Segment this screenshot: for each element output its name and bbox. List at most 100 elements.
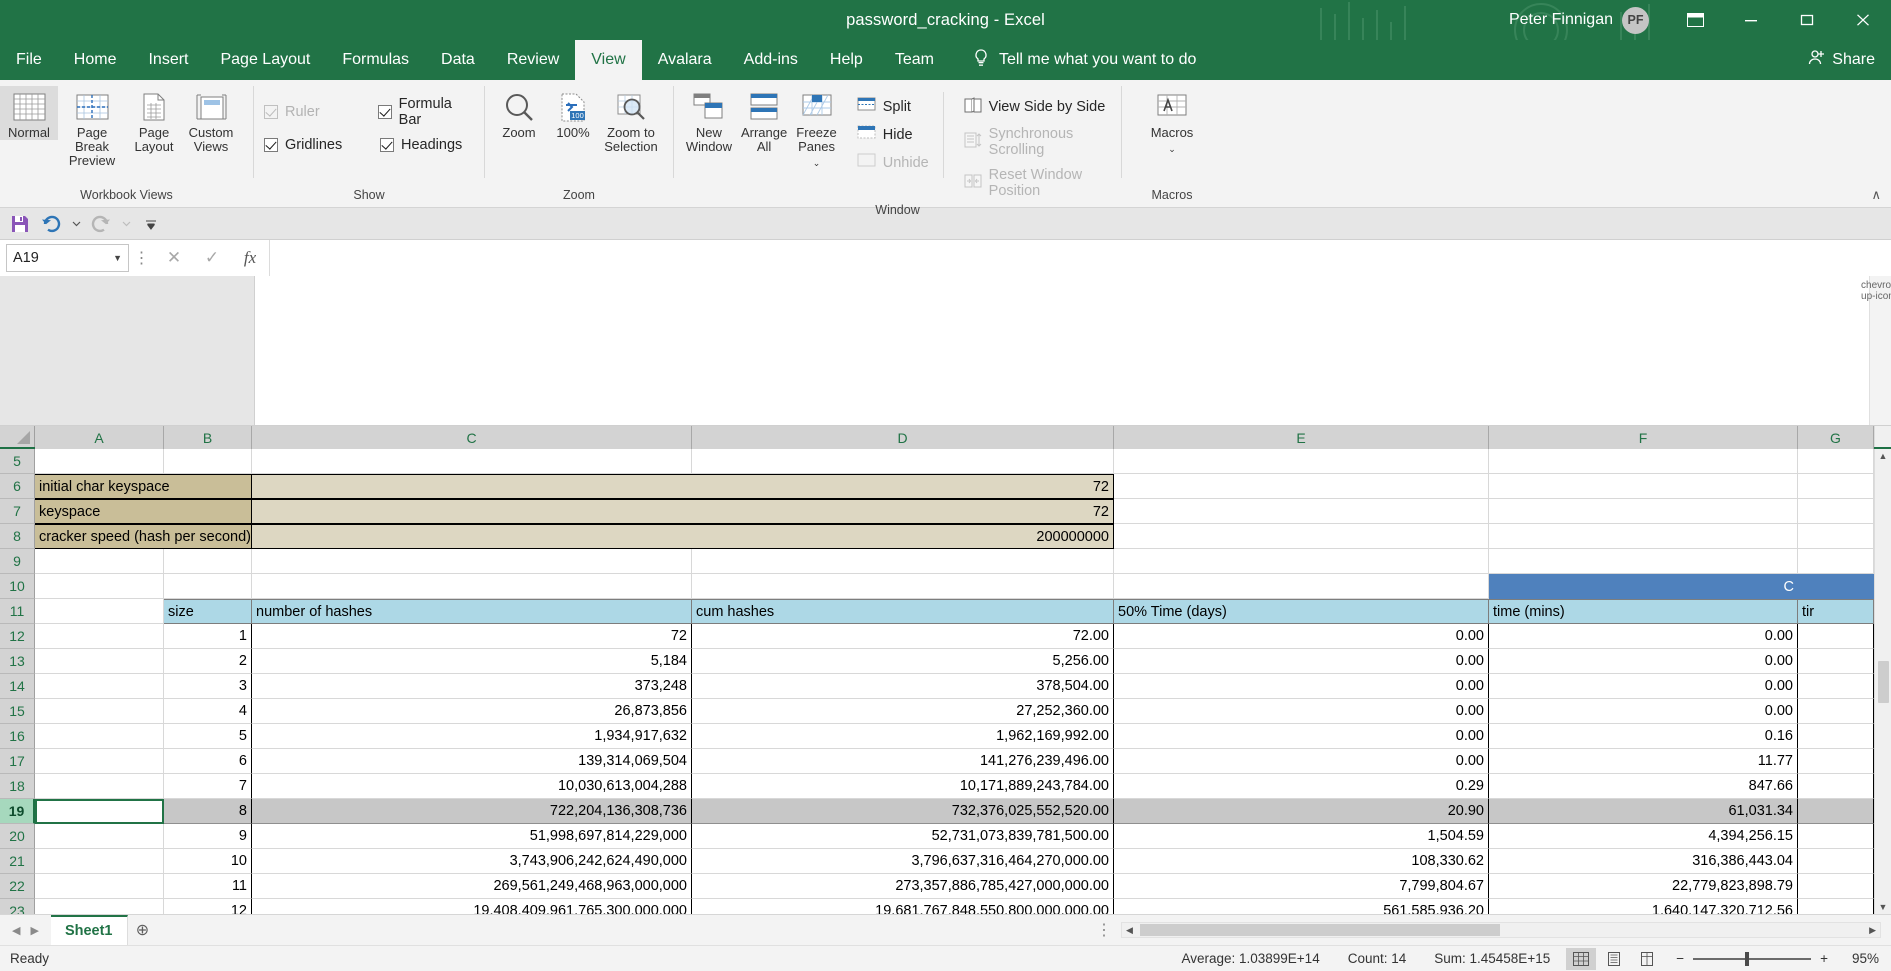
table-row[interactable]: 1 72 72.00 0.00 0.00 <box>35 624 1874 649</box>
cell-E19[interactable]: 20.90 <box>1114 799 1489 824</box>
cell-G5[interactable] <box>1798 449 1874 474</box>
cell-A21[interactable] <box>35 849 164 874</box>
cell-G22[interactable] <box>1798 874 1874 899</box>
row-header-22[interactable]: 22 <box>0 874 35 899</box>
headings-checkbox[interactable]: Headings <box>380 137 462 153</box>
ribbon-display-options-icon[interactable] <box>1667 0 1723 40</box>
cell-G14[interactable] <box>1798 674 1874 699</box>
cell-D15[interactable]: 27,252,360.00 <box>692 699 1114 724</box>
tab-help[interactable]: Help <box>814 40 879 80</box>
cell-D10[interactable] <box>692 574 1114 599</box>
ruler-checkbox[interactable]: Ruler <box>264 96 358 128</box>
table-row[interactable]: 4 26,873,856 27,252,360.00 0.00 0.00 <box>35 699 1874 724</box>
cell-F18[interactable]: 847.66 <box>1489 774 1798 799</box>
column-header-d[interactable]: D <box>692 426 1114 449</box>
table-row[interactable]: 11 269,561,249,468,963,000,000 273,357,886… <box>35 874 1874 899</box>
collapse-ribbon-button[interactable]: ∧ <box>1871 187 1881 203</box>
cell-C11[interactable]: number of hashes <box>252 599 692 624</box>
row-header-11[interactable]: 11 <box>0 599 35 624</box>
view-side-by-side-button[interactable]: View Side by Side <box>958 94 1115 120</box>
cell-C9[interactable] <box>252 549 692 574</box>
cell-E9[interactable] <box>1114 549 1489 574</box>
cell-B17[interactable]: 6 <box>164 749 252 774</box>
cell-A23[interactable] <box>35 899 164 914</box>
sheet-tab-sheet1[interactable]: Sheet1 <box>50 915 128 945</box>
row-header-13[interactable]: 13 <box>0 649 35 674</box>
tab-review[interactable]: Review <box>491 40 575 80</box>
formula-bar-text-area[interactable] <box>255 276 1869 425</box>
cell-B21[interactable]: 10 <box>164 849 252 874</box>
cell-B10[interactable] <box>164 574 252 599</box>
cell-E21[interactable]: 108,330.62 <box>1114 849 1489 874</box>
cell-E12[interactable]: 0.00 <box>1114 624 1489 649</box>
tab-page-layout[interactable]: Page Layout <box>204 40 326 80</box>
share-button[interactable]: Share <box>1808 40 1875 80</box>
tab-formulas[interactable]: Formulas <box>326 40 425 80</box>
row-header-12[interactable]: 12 <box>0 624 35 649</box>
scroll-left-icon[interactable]: ◀ <box>1126 925 1133 936</box>
cell-G18[interactable] <box>1798 774 1874 799</box>
page-layout-view-button[interactable] <box>1599 948 1629 970</box>
cell-A17[interactable] <box>35 749 164 774</box>
cell-B20[interactable]: 9 <box>164 824 252 849</box>
zoom-slider-thumb[interactable] <box>1745 951 1750 966</box>
row-header-16[interactable]: 16 <box>0 724 35 749</box>
page-break-preview-button[interactable] <box>1632 948 1662 970</box>
cell-A7[interactable]: keyspace <box>35 499 252 524</box>
cell-C6[interactable]: 72 <box>252 474 1114 499</box>
cell-E7[interactable] <box>1114 499 1489 524</box>
cell-G10[interactable] <box>1798 574 1874 599</box>
chevron-down-icon[interactable] <box>68 211 84 237</box>
cell-C20[interactable]: 51,998,697,814,229,000 <box>252 824 692 849</box>
cell-D14[interactable]: 378,504.00 <box>692 674 1114 699</box>
row-header-23[interactable]: 23 <box>0 899 35 914</box>
table-row[interactable]: 9 51,998,697,814,229,000 52,731,073,839,78… <box>35 824 1874 849</box>
fx-icon[interactable]: fx <box>231 244 269 272</box>
cell-E5[interactable] <box>1114 449 1489 474</box>
close-icon[interactable] <box>1835 0 1891 40</box>
cell-C19[interactable]: 722,204,136,308,736 <box>252 799 692 824</box>
chevron-down-icon[interactable] <box>118 211 134 237</box>
table-row[interactable]: 7 10,030,613,004,288 10,171,889,243,784.00… <box>35 774 1874 799</box>
cell-D22[interactable]: 273,357,886,785,427,000,000.00 <box>692 874 1114 899</box>
cell-G16[interactable] <box>1798 724 1874 749</box>
cell-C13[interactable]: 5,184 <box>252 649 692 674</box>
cell-A12[interactable] <box>35 624 164 649</box>
row-header-8[interactable]: 8 <box>0 524 35 549</box>
cell-D9[interactable] <box>692 549 1114 574</box>
cell-C8[interactable]: 200000000 <box>252 524 1114 549</box>
table-row[interactable]: 2 5,184 5,256.00 0.00 0.00 <box>35 649 1874 674</box>
column-header-c[interactable]: C <box>252 426 692 449</box>
normal-view-button[interactable] <box>1566 947 1597 970</box>
scroll-up-icon[interactable]: ▲ <box>1879 451 1888 461</box>
cell-F7[interactable] <box>1489 499 1798 524</box>
close-icon[interactable]: ✕ <box>155 244 193 272</box>
cell-B22[interactable]: 11 <box>164 874 252 899</box>
cell-G6[interactable] <box>1798 474 1874 499</box>
cell-A6[interactable]: initial char keyspace <box>35 474 252 499</box>
cell-D12[interactable]: 72.00 <box>692 624 1114 649</box>
cell-F8[interactable] <box>1489 524 1798 549</box>
cell-G19[interactable] <box>1798 799 1874 824</box>
cell-D19[interactable]: 732,376,025,552,520.00 <box>692 799 1114 824</box>
page-layout-button[interactable]: Page Layout <box>126 86 182 154</box>
cell-E13[interactable]: 0.00 <box>1114 649 1489 674</box>
cell-A19[interactable] <box>35 799 164 824</box>
column-header-f[interactable]: F <box>1489 426 1798 449</box>
cell-F13[interactable]: 0.00 <box>1489 649 1798 674</box>
restore-icon[interactable] <box>1779 0 1835 40</box>
cell-C18[interactable]: 10,030,613,004,288 <box>252 774 692 799</box>
formula-bar-handle[interactable]: ⋮ <box>129 240 155 276</box>
cell-G23[interactable] <box>1798 899 1874 914</box>
cell-A11[interactable] <box>35 599 164 624</box>
macros-button[interactable]: Macros ⌄ <box>1137 86 1207 156</box>
tab-file[interactable]: File <box>0 40 58 80</box>
cell-G12[interactable] <box>1798 624 1874 649</box>
grid-cells[interactable]: initial char keyspace 72 keyspace 72 cracker… <box>35 449 1874 914</box>
zoom-slider[interactable] <box>1693 951 1812 966</box>
tab-team[interactable]: Team <box>879 40 950 80</box>
cell-G8[interactable] <box>1798 524 1874 549</box>
zoom-to-selection-button[interactable]: Zoom to Selection <box>599 86 663 154</box>
arrange-all-button[interactable]: Arrange All <box>738 86 790 154</box>
zoom-button[interactable]: Zoom <box>491 86 547 140</box>
